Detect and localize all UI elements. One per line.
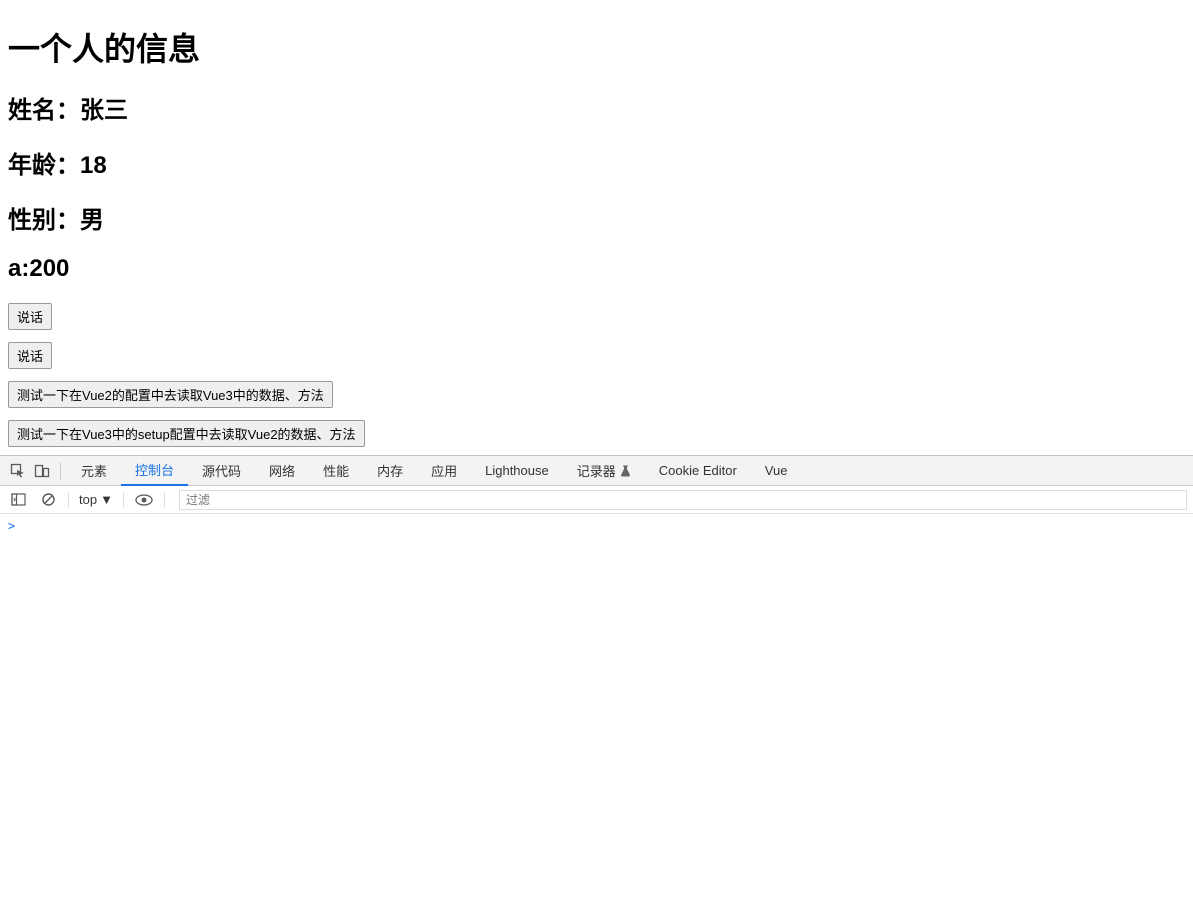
test-vue3-read-vue2-button[interactable]: 测试一下在Vue3中的setup配置中去读取Vue2的数据、方法 [8,420,365,447]
device-toolbar-icon[interactable] [30,459,54,483]
tab-memory[interactable]: 内存 [363,456,417,486]
live-expression-icon[interactable] [132,488,156,512]
clear-console-icon[interactable] [36,488,60,512]
tab-network[interactable]: 网络 [255,456,309,486]
tab-sources[interactable]: 源代码 [188,456,255,486]
speak-button-2[interactable]: 说话 [8,342,52,369]
tab-application[interactable]: 应用 [417,456,471,486]
test-vue2-read-vue3-button[interactable]: 测试一下在Vue2的配置中去读取Vue3中的数据、方法 [8,381,333,408]
console-prompt: > [8,519,15,533]
tab-recorder[interactable]: 记录器 [563,456,645,486]
tab-cookie-editor[interactable]: Cookie Editor [645,456,751,486]
console-sidebar-toggle-icon[interactable] [6,488,30,512]
age-line: 年龄：18 [8,145,1185,180]
console-filter-input[interactable] [179,490,1187,510]
inspect-element-icon[interactable] [6,459,30,483]
tab-recorder-label: 记录器 [577,461,616,480]
beaker-icon [620,465,631,477]
context-selector[interactable]: top ▼ [77,492,115,507]
divider [60,462,61,480]
page-title: 一个人的信息 [8,24,1185,70]
tab-lighthouse[interactable]: Lighthouse [471,456,563,486]
context-selector-label: top [79,492,97,507]
chevron-down-icon: ▼ [100,492,113,507]
a-line: a:200 [8,255,1185,283]
tab-console[interactable]: 控制台 [121,456,188,486]
divider [123,492,124,508]
name-line: 姓名：张三 [8,90,1185,125]
speak-button-1[interactable]: 说话 [8,303,52,330]
console-output[interactable]: > [0,514,1193,854]
tab-vue[interactable]: Vue [751,456,802,486]
tab-performance[interactable]: 性能 [309,456,363,486]
divider [164,492,165,508]
console-subbar: top ▼ [0,486,1193,514]
tab-elements[interactable]: 元素 [67,456,121,486]
devtools-panel: 元素 控制台 源代码 网络 性能 内存 应用 Lighthouse 记录器 Co… [0,455,1193,854]
divider [68,492,69,508]
devtools-tabbar: 元素 控制台 源代码 网络 性能 内存 应用 Lighthouse 记录器 Co… [0,456,1193,486]
page-content: 一个人的信息 姓名：张三 年龄：18 性别：男 a:200 说话 说话 测试一下… [0,0,1193,455]
gender-line: 性别：男 [8,200,1185,235]
